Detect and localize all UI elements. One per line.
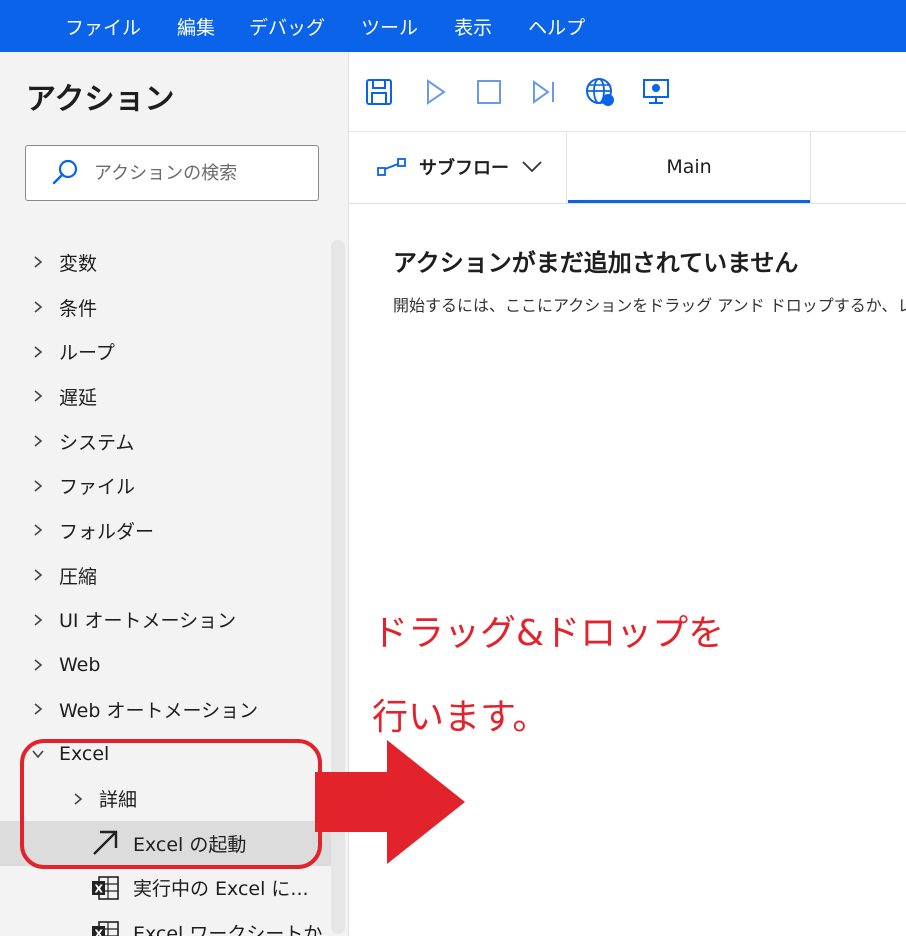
- chevron-right-icon: [34, 480, 43, 492]
- chevron-right-icon: [34, 569, 43, 581]
- group-label: 圧縮: [59, 565, 98, 588]
- step-icon[interactable]: [528, 76, 560, 108]
- menu-tools[interactable]: ツール: [361, 13, 418, 40]
- chevron-right-icon: [34, 390, 43, 403]
- launch-arrow-icon: [93, 831, 118, 856]
- annotation-text-line2: 行います。: [372, 697, 549, 738]
- excel-icon: X: [92, 920, 119, 936]
- group-label: Excel: [59, 742, 110, 765]
- tab-main-label: Main: [666, 156, 712, 178]
- flow-tabs: サブフロー Main: [349, 132, 906, 204]
- group-label: ループ: [59, 342, 115, 365]
- subflows-dropdown[interactable]: サブフロー: [349, 132, 567, 204]
- action-label: Excel ワークシートか...: [133, 923, 341, 936]
- empty-state-title: アクションがまだ追加されていません: [393, 249, 799, 277]
- svg-text:X: X: [95, 882, 104, 895]
- chevron-right-icon: [34, 346, 43, 358]
- annotation-text-line1: ドラッグ&ドロップを: [372, 613, 725, 654]
- group-label: 変数: [59, 252, 98, 275]
- desktop-recorder-icon[interactable]: [640, 76, 672, 108]
- subgroup-advanced[interactable]: 詳細: [0, 776, 331, 821]
- svg-text:X: X: [95, 927, 104, 936]
- designer-toolbar: [349, 52, 906, 132]
- stop-icon[interactable]: [473, 76, 505, 108]
- chevron-right-icon: [34, 301, 43, 313]
- menu-edit[interactable]: 編集: [177, 13, 215, 40]
- group-system[interactable]: システム: [0, 419, 331, 464]
- menu-file[interactable]: ファイル: [65, 13, 141, 40]
- app-window: ファイル 編集 デバッグ ツール 表示 ヘルプ アクション 変数 条件: [0, 0, 906, 936]
- group-label: システム: [59, 431, 135, 454]
- chevron-right-icon: [34, 435, 43, 447]
- empty-state-description: 開始するには、ここにアクションをドラッグ アンド ドロップするか、レ: [393, 296, 906, 315]
- group-ui-automation[interactable]: UI オートメーション: [0, 598, 331, 643]
- menu-view[interactable]: 表示: [454, 13, 492, 40]
- actions-tree: 変数 条件 ループ 遅延 システム ファイル フォルダー 圧縮 UI オートメー…: [0, 240, 341, 936]
- subflows-label: サブフロー: [419, 158, 509, 179]
- tab-main[interactable]: Main: [567, 132, 811, 204]
- action-attach-excel[interactable]: X 実行中の Excel に...: [0, 866, 331, 911]
- group-label: 条件: [59, 297, 98, 320]
- chevron-right-icon: [34, 256, 43, 268]
- action-label: Excel の起動: [133, 833, 247, 856]
- chevron-down-icon: [32, 750, 44, 759]
- group-label: Web オートメーション: [59, 699, 259, 722]
- chevron-right-icon: [74, 792, 83, 805]
- subgroup-label: 詳細: [99, 789, 138, 812]
- group-label: UI オートメーション: [59, 610, 237, 633]
- group-excel[interactable]: Excel: [0, 732, 331, 777]
- chevron-right-icon: [34, 703, 43, 715]
- menu-debug[interactable]: デバッグ: [249, 13, 325, 40]
- subflow-icon: [377, 158, 406, 176]
- group-label: Web: [59, 653, 101, 676]
- action-read-worksheet[interactable]: X Excel ワークシートか...: [0, 910, 341, 936]
- action-search-box[interactable]: [25, 145, 319, 201]
- group-wait[interactable]: 遅延: [0, 374, 331, 419]
- chevron-right-icon: [34, 614, 43, 626]
- group-loops[interactable]: ループ: [0, 329, 331, 374]
- group-web-automation[interactable]: Web オートメーション: [0, 687, 331, 732]
- group-compression[interactable]: 圧縮: [0, 553, 331, 598]
- actions-pane: アクション 変数 条件 ループ 遅延: [0, 52, 349, 936]
- action-label: 実行中の Excel に...: [133, 878, 309, 901]
- group-label: 遅延: [59, 386, 98, 409]
- menu-help[interactable]: ヘルプ: [528, 13, 585, 40]
- search-icon: [52, 159, 78, 185]
- run-icon[interactable]: [419, 76, 451, 108]
- group-variables[interactable]: 変数: [0, 240, 331, 285]
- web-recorder-icon[interactable]: [584, 76, 616, 108]
- action-launch-excel[interactable]: Excel の起動: [0, 820, 331, 866]
- group-conditions[interactable]: 条件: [0, 285, 331, 330]
- group-label: フォルダー: [59, 520, 155, 543]
- save-icon[interactable]: [363, 76, 395, 108]
- group-folder[interactable]: フォルダー: [0, 508, 331, 553]
- tab-active-indicator: [568, 200, 810, 203]
- group-label: ファイル: [59, 476, 136, 499]
- group-file[interactable]: ファイル: [0, 463, 331, 508]
- actions-pane-title: アクション: [26, 82, 175, 117]
- chevron-down-icon: [522, 161, 542, 173]
- action-search-input[interactable]: [94, 162, 294, 184]
- excel-icon: X: [92, 876, 119, 900]
- group-web[interactable]: Web: [0, 642, 331, 687]
- actions-scrollbar[interactable]: [331, 240, 345, 934]
- chevron-right-icon: [34, 658, 43, 671]
- chevron-right-icon: [34, 524, 43, 537]
- menu-bar: ファイル 編集 デバッグ ツール 表示 ヘルプ: [0, 0, 906, 52]
